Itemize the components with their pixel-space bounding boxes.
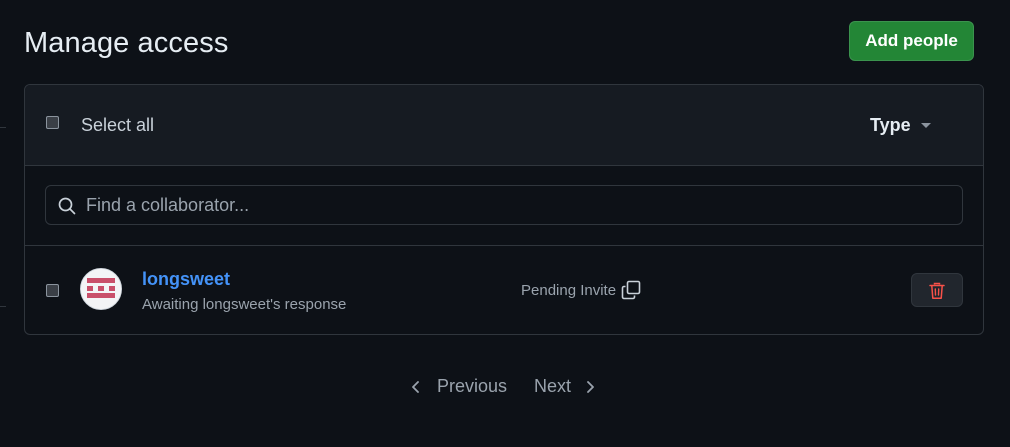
search-input[interactable] bbox=[86, 186, 946, 224]
member-username-link[interactable]: longsweet bbox=[142, 269, 230, 290]
type-filter-dropdown[interactable]: Type bbox=[870, 115, 931, 136]
edge-divider bbox=[0, 306, 6, 307]
copy-icon[interactable] bbox=[621, 280, 641, 300]
edge-divider bbox=[0, 127, 6, 128]
next-label: Next bbox=[534, 376, 572, 396]
identicon-image bbox=[81, 269, 121, 309]
member-checkbox[interactable] bbox=[46, 284, 59, 297]
remove-member-button[interactable] bbox=[911, 273, 963, 307]
caret-down-icon bbox=[920, 123, 931, 128]
select-all-checkbox[interactable] bbox=[46, 116, 59, 129]
pagination: Previous Next bbox=[0, 376, 1010, 398]
search-field bbox=[45, 185, 963, 225]
search-row bbox=[25, 166, 983, 246]
avatar[interactable] bbox=[80, 268, 122, 310]
member-row: longsweet Awaiting longsweet's response … bbox=[25, 246, 983, 334]
previous-label: Previous bbox=[437, 376, 508, 396]
invite-state-label: Pending Invite bbox=[521, 282, 617, 299]
member-status-text: Awaiting longsweet's response bbox=[142, 296, 347, 313]
chevron-left-icon bbox=[412, 380, 419, 393]
add-people-button[interactable]: Add people bbox=[849, 21, 974, 61]
select-all-label: Select all bbox=[81, 115, 155, 135]
collaborators-panel: Select all Type Find a collaborator... l… bbox=[24, 84, 984, 335]
page-title: Manage access bbox=[24, 27, 229, 59]
previous-page-button[interactable]: Previous bbox=[411, 376, 507, 397]
next-page-button[interactable]: Next bbox=[534, 376, 595, 397]
chevron-right-icon bbox=[587, 380, 594, 393]
type-filter-label: Type bbox=[870, 115, 911, 135]
search-icon bbox=[58, 197, 76, 215]
trash-icon bbox=[929, 282, 945, 299]
panel-header: Select all Type bbox=[25, 85, 983, 166]
manage-access-page: Manage access Add people Select all Type bbox=[0, 0, 1010, 447]
